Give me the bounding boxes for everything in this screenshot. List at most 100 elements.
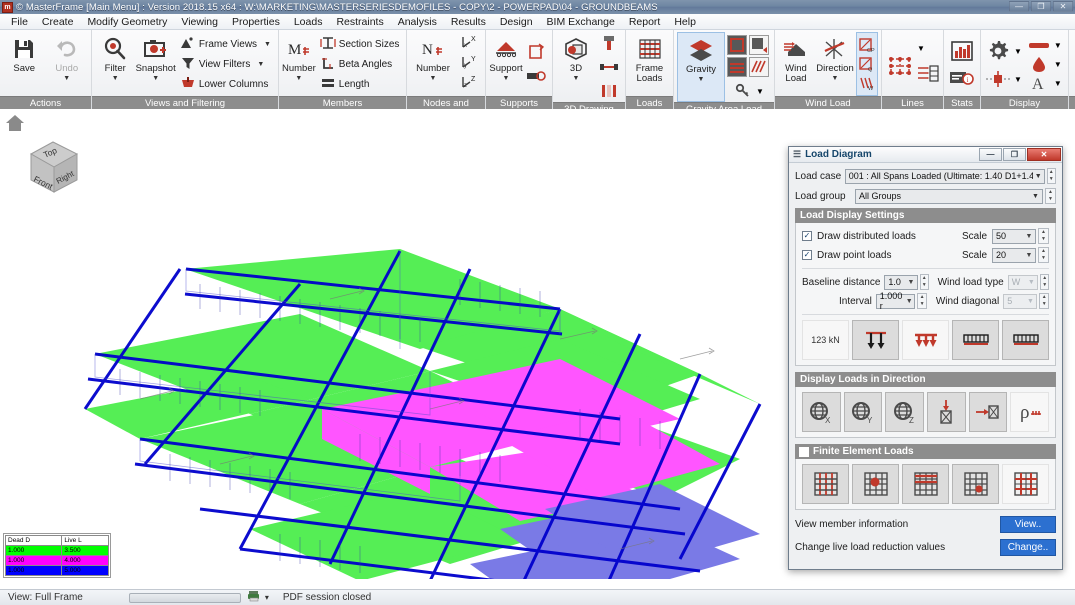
draw-distributed-checkbox[interactable]: ✓ bbox=[802, 231, 812, 241]
area-load-tile-3[interactable] bbox=[727, 57, 747, 77]
3d-button[interactable]: 3D ▼ bbox=[556, 32, 596, 102]
chevron-down-icon[interactable]: ▼ bbox=[1033, 173, 1044, 180]
undo-button[interactable]: Undo ▼ bbox=[46, 32, 89, 96]
area-load-tile-1[interactable] bbox=[727, 35, 747, 55]
wind-load-type-spinner[interactable]: ▲ ▼ bbox=[1040, 274, 1049, 290]
beta-angles-item[interactable]: Beta Angles bbox=[318, 54, 402, 74]
menu-item-help[interactable]: Help bbox=[667, 15, 703, 29]
gravity-dropdown-caret[interactable]: ▼ bbox=[756, 87, 764, 96]
minimize-button[interactable]: — bbox=[1009, 1, 1029, 12]
distributed-scale-combo[interactable]: 50 ▼ bbox=[992, 228, 1036, 244]
hamburger-icon[interactable]: ☰ bbox=[793, 149, 801, 160]
undo-caret-icon[interactable]: ▼ bbox=[63, 75, 70, 82]
draw-point-checkbox[interactable]: ✓ bbox=[802, 250, 812, 260]
node-number-caret-icon[interactable]: ▼ bbox=[430, 75, 437, 82]
wind-w-tile[interactable]: W bbox=[858, 75, 876, 92]
direction-x-button[interactable]: X bbox=[802, 392, 841, 432]
wind-load-type-combo[interactable]: W ▼ bbox=[1007, 274, 1039, 290]
support-edit-icon[interactable] bbox=[525, 41, 547, 63]
fe-loads-checkbox[interactable]: ✓ bbox=[799, 446, 809, 457]
axis-y-item[interactable]: yY bbox=[458, 55, 480, 73]
snapshot-button[interactable]: Snapshot ▼ bbox=[135, 32, 176, 96]
node-number-button[interactable]: N Number ▼ bbox=[410, 32, 456, 96]
member-number-caret-icon[interactable]: ▼ bbox=[295, 75, 302, 82]
axis-z-item[interactable]: zZ bbox=[458, 75, 480, 93]
distributed-scale-spinner[interactable]: ▲ ▼ bbox=[1038, 228, 1049, 244]
view-button[interactable]: View.. bbox=[1000, 516, 1056, 533]
menu-item-viewing[interactable]: Viewing bbox=[174, 15, 225, 29]
fe-edge-load-button[interactable] bbox=[902, 464, 949, 504]
save-button[interactable]: Save bbox=[3, 32, 46, 96]
point-load-arrows-button[interactable] bbox=[852, 320, 899, 360]
menu-item-modify-geometry[interactable]: Modify Geometry bbox=[80, 15, 174, 29]
support-button[interactable]: Support ▼ bbox=[489, 32, 523, 96]
dialog-restore-button[interactable]: ❐ bbox=[1003, 148, 1026, 161]
chevron-down-icon[interactable]: ▼ bbox=[904, 298, 914, 305]
load-group-spinner[interactable]: ▲ ▼ bbox=[1045, 188, 1056, 204]
distributed-load-button[interactable] bbox=[902, 320, 949, 360]
bar-chart-icon[interactable] bbox=[947, 38, 977, 66]
menu-item-properties[interactable]: Properties bbox=[225, 15, 287, 29]
menu-item-design[interactable]: Design bbox=[493, 15, 540, 29]
wind-q-tile[interactable]: Q bbox=[858, 56, 876, 73]
frame-views-item[interactable]: Frame Views ▼ bbox=[178, 34, 273, 54]
interval-combo[interactable]: 1.000 r ▼ bbox=[875, 291, 916, 311]
chevron-down-icon[interactable]: ▼ bbox=[1023, 233, 1035, 240]
interval-spinner[interactable]: ▲ ▼ bbox=[917, 293, 927, 309]
snapshot-caret-icon[interactable]: ▼ bbox=[152, 75, 159, 82]
beam-3d-icon[interactable] bbox=[598, 56, 620, 78]
gravity-caret-icon[interactable]: ▼ bbox=[698, 76, 705, 83]
area-load-tile-4[interactable] bbox=[749, 57, 769, 77]
chevron-down-icon[interactable]: ▼ bbox=[1023, 252, 1035, 259]
load-value-text-button[interactable]: 123 kN bbox=[802, 320, 849, 360]
view-filters-caret-icon[interactable]: ▼ bbox=[257, 61, 264, 68]
printer-icon[interactable] bbox=[245, 590, 263, 605]
load-diagram-dialog[interactable]: ☰ Load Diagram — ❐ ✕ Load case 001 : All… bbox=[788, 146, 1063, 570]
wind-diagonal-combo[interactable]: 5 ▼ bbox=[1003, 293, 1038, 309]
lines-caret-icon[interactable]: ▼ bbox=[917, 44, 939, 53]
maximize-button[interactable]: ❐ bbox=[1031, 1, 1051, 12]
display-gear-caret-icon[interactable]: ▼ bbox=[1014, 47, 1022, 56]
column-3d-icon[interactable] bbox=[598, 32, 620, 54]
display-node-caret-icon[interactable]: ▼ bbox=[1014, 75, 1022, 84]
support-caret-icon[interactable]: ▼ bbox=[503, 75, 510, 82]
color-fill-icon[interactable] bbox=[1026, 55, 1052, 73]
3d-caret-icon[interactable]: ▼ bbox=[573, 75, 580, 82]
axis-x-item[interactable]: xX bbox=[458, 35, 480, 53]
dialog-close-button[interactable]: ✕ bbox=[1027, 148, 1061, 161]
fe-uniform-load-button[interactable] bbox=[802, 464, 849, 504]
area-load-tile-2[interactable] bbox=[749, 35, 769, 55]
level-lines-icon[interactable] bbox=[917, 63, 939, 85]
point-scale-spinner[interactable]: ▲ ▼ bbox=[1038, 247, 1049, 263]
member-number-button[interactable]: M Number ▼ bbox=[282, 32, 316, 96]
line-style-icon[interactable] bbox=[1026, 36, 1052, 54]
fe-node-load-button[interactable] bbox=[952, 464, 999, 504]
load-case-combo[interactable]: 001 : All Spans Loaded (Ultimate: 1.40 D… bbox=[844, 168, 1045, 184]
chevron-down-icon[interactable]: ▼ bbox=[1029, 193, 1042, 200]
gear-icon[interactable] bbox=[984, 38, 1012, 64]
chevron-down-icon[interactable]: ▼ bbox=[905, 279, 917, 286]
section-sizes-item[interactable]: Section Sizes bbox=[318, 34, 402, 54]
grid-lines-button[interactable] bbox=[885, 49, 915, 80]
line-style-caret-icon[interactable]: ▼ bbox=[1054, 41, 1062, 50]
menu-item-report[interactable]: Report bbox=[622, 15, 668, 29]
menu-item-create[interactable]: Create bbox=[35, 15, 81, 29]
view-filters-item[interactable]: View Filters ▼ bbox=[178, 54, 273, 74]
filter-button[interactable]: Filter ▼ bbox=[95, 32, 135, 96]
lower-columns-item[interactable]: Lower Columns bbox=[178, 74, 273, 94]
load-case-spinner[interactable]: ▲ ▼ bbox=[1046, 168, 1056, 184]
info-icon[interactable]: i bbox=[947, 66, 977, 90]
length-item[interactable]: Length bbox=[318, 74, 402, 94]
vertical-point-load-button[interactable] bbox=[927, 392, 966, 432]
change-button[interactable]: Change.. bbox=[1000, 539, 1056, 556]
udl-baseline-button[interactable] bbox=[952, 320, 999, 360]
menu-item-loads[interactable]: Loads bbox=[287, 15, 330, 29]
moment-load-button[interactable]: ρ bbox=[1010, 392, 1050, 432]
node-style-icon[interactable] bbox=[984, 68, 1012, 90]
point-scale-combo[interactable]: 20 ▼ bbox=[992, 247, 1036, 263]
wall-3d-icon[interactable] bbox=[598, 80, 620, 102]
fe-point-load-button[interactable] bbox=[852, 464, 899, 504]
baseline-distance-spinner[interactable]: ▲ ▼ bbox=[919, 274, 929, 290]
menu-item-bim-exchange[interactable]: BIM Exchange bbox=[540, 15, 622, 29]
text-style-icon[interactable]: A bbox=[1026, 74, 1052, 92]
